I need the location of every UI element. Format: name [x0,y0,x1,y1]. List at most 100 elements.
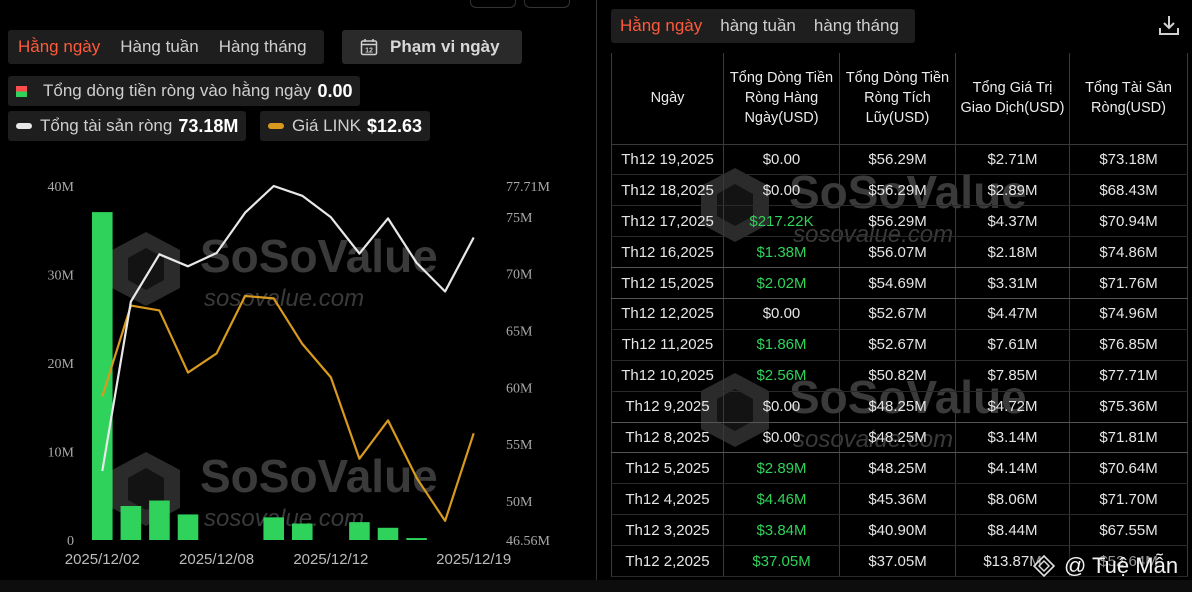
table-period-monthly[interactable]: hàng tháng [805,9,908,43]
table-cell: $2.18M [955,236,1070,269]
table-cell: $68.43M [1069,174,1188,207]
table-cell: $71.81M [1069,422,1188,454]
table-cell: $52.67M [839,329,956,361]
table-body: Th12 19,2025 $0.00 $56.29M $2.71M $73.18M Th1… [611,144,1188,577]
column-header[interactable]: Tổng Dòng Tiền Ròng Tích Lũy(USD) [839,53,956,145]
table-row[interactable]: Th12 8,2025 $0.00 $48.25M $3.14M $71.81M [611,422,1188,454]
table-cell: Th12 4,2025 [611,483,724,516]
table-cell: $54.69M [839,267,956,299]
flow-bar[interactable] [149,500,170,540]
table-cell: $3.84M [723,514,840,547]
table-cell: $56.29M [839,144,956,176]
flow-bar[interactable] [349,522,370,540]
legend-assets-label: Tổng tài sản ròng [40,116,173,135]
table-row[interactable]: Th12 5,2025 $2.89M $48.25M $4.14M $70.64M [611,452,1188,485]
table-cell: $0.00 [723,422,840,454]
table-cell: $48.25M [839,422,956,454]
legend-assets[interactable]: Tổng tài sản ròng 73.18M [8,111,247,141]
table-cell: $7.85M [955,360,1070,392]
table-cell: Th12 10,2025 [611,360,724,392]
table-panel: Hằng ngày hàng tuần hàng tháng SoSoValue… [597,0,1192,592]
table-cell: $48.25M [839,391,956,423]
column-header[interactable]: Tổng Giá Trị Giao Dịch(USD) [955,53,1070,145]
top-tab-stub [470,0,516,8]
table-cell: $0.00 [723,391,840,423]
table-row[interactable]: Th12 15,2025 $2.02M $54.69M $3.31M $71.76M [611,267,1188,299]
x-tick: 2025/12/19 [436,551,511,568]
table-cell: Th12 17,2025 [611,205,724,238]
flow-bar[interactable] [120,506,142,540]
flow-bar[interactable] [263,517,284,540]
date-range-button[interactable]: 12 Phạm vi ngày [342,30,522,64]
date-range-label: Phạm vi ngày [390,37,500,56]
watermark-group: SoSoValue sosovalue.com SoSoValue sosovalue… [112,230,438,532]
y-left-tick: 30M [48,269,75,284]
table-cell: $74.86M [1069,236,1188,269]
table-cell: $2.71M [955,144,1070,176]
table-cell: $4.46M [723,483,840,516]
bottom-strip [0,580,1192,592]
period-monthly[interactable]: Hàng tháng [209,30,317,64]
table-cell: $40.90M [839,514,956,547]
table-cell: $56.07M [839,236,956,269]
svg-text:12: 12 [365,48,373,55]
column-header[interactable]: Tổng Dòng Tiền Ròng Hàng Ngày(USD) [723,53,840,145]
table-row[interactable]: Th12 3,2025 $3.84M $40.90M $8.44M $67.55M [611,514,1188,547]
table-row[interactable]: Th12 12,2025 $0.00 $52.67M $4.47M $74.96M [611,298,1188,330]
y-right-tick: 46.56M [506,534,551,549]
download-icon[interactable] [1158,14,1180,36]
flow-bar[interactable] [292,523,313,540]
table-row[interactable]: Th12 10,2025 $2.56M $50.82M $7.85M $77.71M [611,360,1188,392]
table-cell: $0.00 [723,174,840,207]
period-daily[interactable]: Hằng ngày [8,30,110,64]
table-header-row: Ngày Tổng Dòng Tiền Ròng Hàng Ngày(USD) Tổ… [611,53,1188,145]
y-right-tick: 60M [506,381,533,396]
table-cell: $73.18M [1069,144,1188,176]
table-cell: $71.76M [1069,267,1188,299]
table-cell: $52.67M [839,298,956,330]
table-cell: $4.72M [955,391,1070,423]
table-period-daily[interactable]: Hằng ngày [611,9,711,43]
y-left-tick: 40M [48,180,75,195]
y-right-tick: 55M [506,438,533,453]
period-weekly[interactable]: Hàng tuần [110,30,208,64]
x-tick: 2025/12/12 [293,551,368,568]
table-period-weekly[interactable]: hàng tuần [711,9,805,43]
table-cell: $75.36M [1069,391,1188,423]
table-cell: $74.96M [1069,298,1188,330]
period-selector: Hằng ngày Hàng tuần Hàng tháng [8,30,324,64]
table-row[interactable]: Th12 11,2025 $1.86M $52.67M $7.61M $76.85M [611,329,1188,361]
price-swatch [268,123,284,129]
table-cell: Th12 18,2025 [611,174,724,207]
table-row[interactable]: Th12 19,2025 $0.00 $56.29M $2.71M $73.18M [611,144,1188,176]
table-cell: $8.44M [955,514,1070,547]
y-left-tick: 20M [48,357,75,372]
flow-bar[interactable] [377,527,399,540]
watermark-brand: SoSoValue [200,450,438,502]
table-row[interactable]: Th12 4,2025 $4.46M $45.36M $8.06M $71.70M [611,483,1188,516]
table-row[interactable]: Th12 17,2025 $217.22K $56.29M $4.37M $70.94M [611,205,1188,238]
table-cell: $217.22K [723,205,840,238]
watermark-brand: SoSoValue [200,230,438,282]
table-cell: $37.05M [839,545,956,577]
legend-price[interactable]: Giá LINK $12.63 [260,111,431,141]
table-cell: Th12 15,2025 [611,267,724,299]
net-assets-line[interactable] [101,184,475,472]
legend-flow[interactable]: Tổng dòng tiền ròng vào hằng ngày 0.00 [8,76,361,106]
table-row[interactable]: Th12 16,2025 $1.38M $56.07M $2.18M $74.86M [611,236,1188,269]
table-cell: $2.89M [723,452,840,485]
flow-bar[interactable] [177,514,199,540]
column-header[interactable]: Ngày [611,53,724,145]
table-cell: Th12 16,2025 [611,236,724,269]
table-cell: $3.31M [955,267,1070,299]
table-cell: $2.56M [723,360,840,392]
table-cell: $4.14M [955,452,1070,485]
table-row[interactable]: Th12 9,2025 $0.00 $48.25M $4.72M $75.36M [611,391,1188,423]
x-tick: 2025/12/02 [65,551,140,568]
flow-bar[interactable] [406,538,427,540]
table-row[interactable]: Th12 18,2025 $0.00 $56.29M $2.89M $68.43M [611,174,1188,207]
table-cell: $0.00 [723,298,840,330]
table-cell: Th12 2,2025 [611,545,724,577]
y-left-tick: 0 [67,534,74,549]
column-header[interactable]: Tổng Tài Sản Ròng(USD) [1069,53,1188,145]
